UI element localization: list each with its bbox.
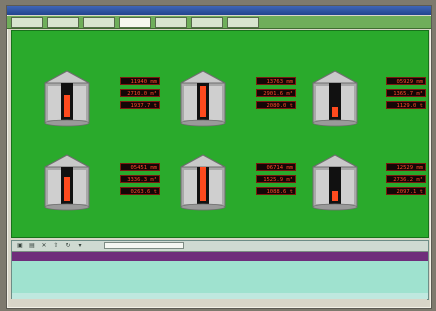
tank-level-bar xyxy=(332,107,338,117)
volume-value: 2710.0 m³ xyxy=(120,89,160,97)
column-header[interactable] xyxy=(74,252,102,261)
tank-5-readout: 06714 mm 1525.9 m³ 1088.6 t xyxy=(232,163,314,199)
tank-monitor-panel: 11940 mm 2710.0 m³ 1937.7 t 13763 mm 290… xyxy=(11,30,429,238)
column-header[interactable] xyxy=(44,252,72,261)
tank-3[interactable] xyxy=(310,69,360,127)
print-icon[interactable]: ▤ xyxy=(28,242,36,250)
weight-value: 2080.0 t xyxy=(256,101,296,109)
weight-value: 1129.0 t xyxy=(386,101,426,109)
tank-6-readout: 12529 mm 2736.2 m³ 2097.1 t xyxy=(362,163,436,199)
column-header[interactable] xyxy=(344,252,372,261)
tank-level-bar xyxy=(332,191,338,201)
tank-1[interactable] xyxy=(42,69,92,127)
column-header[interactable] xyxy=(284,252,312,261)
column-header[interactable] xyxy=(104,252,132,261)
filter-icon[interactable]: ▾ xyxy=(76,242,84,250)
level-value: 06714 mm xyxy=(256,163,296,171)
title-bar xyxy=(7,6,431,15)
weight-value: 1088.6 t xyxy=(256,187,296,195)
silo-icon xyxy=(312,154,358,211)
column-header[interactable] xyxy=(314,252,342,261)
column-header[interactable] xyxy=(254,252,282,261)
refresh-icon[interactable]: ↻ xyxy=(64,242,72,250)
export-icon[interactable]: ⇧ xyxy=(52,242,60,250)
grid-header-row xyxy=(12,252,428,261)
level-value: 13763 mm xyxy=(256,77,296,85)
view-select[interactable] xyxy=(104,242,184,249)
column-header[interactable] xyxy=(374,252,398,261)
app-window: 11940 mm 2710.0 m³ 1937.7 t 13763 mm 290… xyxy=(6,5,432,309)
column-header[interactable] xyxy=(194,252,222,261)
menu-item-4[interactable] xyxy=(119,17,151,28)
weight-value: 2097.1 t xyxy=(386,187,426,195)
level-value: 05929 mm xyxy=(386,77,426,85)
weight-value: 1937.7 t xyxy=(120,101,160,109)
volume-value: 3336.3 m³ xyxy=(120,175,160,183)
delete-icon[interactable]: ✕ xyxy=(40,242,48,250)
volume-value: 1525.9 m³ xyxy=(256,175,296,183)
tank-2[interactable] xyxy=(178,69,228,127)
tank-1-readout: 11940 mm 2710.0 m³ 1937.7 t xyxy=(96,77,178,113)
tank-level-bar xyxy=(200,167,206,201)
level-value: 11940 mm xyxy=(120,77,160,85)
tank-5[interactable] xyxy=(178,153,228,211)
tank-level-bar xyxy=(64,177,70,201)
menu-item-7[interactable] xyxy=(227,17,259,28)
weight-value: 0263.6 t xyxy=(120,187,160,195)
tank-6[interactable] xyxy=(310,153,360,211)
volume-value: 2736.2 m³ xyxy=(386,175,426,183)
save-icon[interactable]: ▣ xyxy=(16,242,24,250)
status-bar xyxy=(11,299,427,307)
grid-body[interactable] xyxy=(12,261,428,293)
tank-level-bar xyxy=(200,86,206,117)
level-value: 05451 mm xyxy=(120,163,160,171)
column-header[interactable] xyxy=(134,252,162,261)
column-header[interactable] xyxy=(400,252,426,261)
menu-item-3[interactable] xyxy=(83,17,115,28)
column-header[interactable] xyxy=(14,252,42,261)
menu-item-2[interactable] xyxy=(47,17,79,28)
level-value: 12529 mm xyxy=(386,163,426,171)
tank-2-readout: 13763 mm 2901.6 m³ 2080.0 t xyxy=(232,77,314,113)
event-log-grid: ▣ ▤ ✕ ⇧ ↻ ▾ xyxy=(11,240,429,300)
column-header[interactable] xyxy=(224,252,252,261)
volume-value: 2901.6 m³ xyxy=(256,89,296,97)
tank-level-bar xyxy=(64,95,70,117)
tank-4[interactable] xyxy=(42,153,92,211)
tank-4-readout: 05451 mm 3336.3 m³ 0263.6 t xyxy=(96,163,178,199)
silo-icon xyxy=(312,70,358,127)
menu-item-5[interactable] xyxy=(155,17,187,28)
grid-toolbar: ▣ ▤ ✕ ⇧ ↻ ▾ xyxy=(12,241,428,252)
menu-bar xyxy=(7,16,431,29)
menu-item-1[interactable] xyxy=(11,17,43,28)
tank-3-readout: 05929 mm 1365.7 m³ 1129.0 t xyxy=(362,77,436,113)
column-header[interactable] xyxy=(164,252,192,261)
menu-item-6[interactable] xyxy=(191,17,223,28)
volume-value: 1365.7 m³ xyxy=(386,89,426,97)
